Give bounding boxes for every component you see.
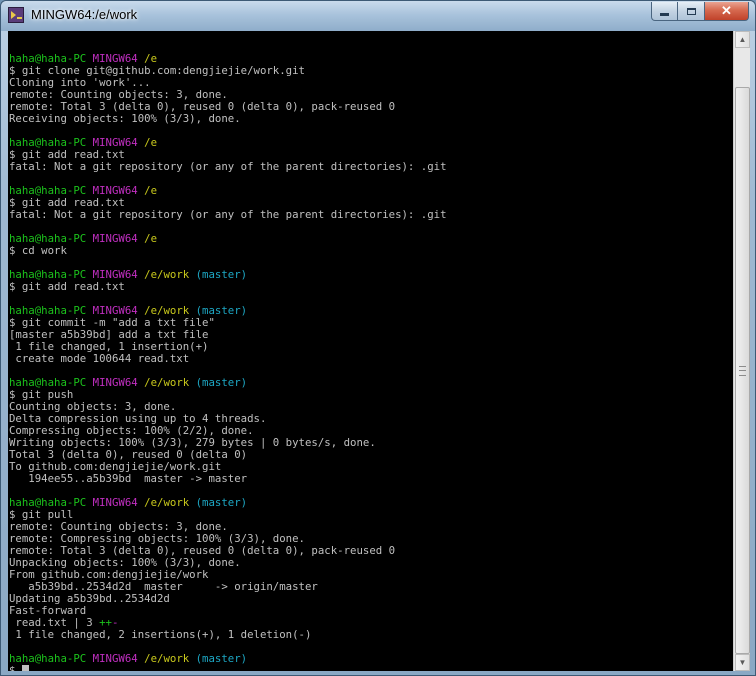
scrollbar-thumb[interactable]	[735, 87, 750, 654]
terminal-line: create mode 100644 read.txt	[9, 353, 733, 365]
terminal-line: haha@haha-PC MINGW64 /e/work (master)	[9, 377, 733, 389]
git-bash-icon[interactable]	[8, 7, 24, 23]
terminal-output[interactable]: haha@haha-PC MINGW64 /e $ git clone git@g…	[8, 31, 733, 671]
terminal-line: haha@haha-PC MINGW64 /e/work (master)	[9, 653, 733, 665]
terminal-text: (master)	[195, 376, 248, 389]
title-bar[interactable]: MINGW64:/e/work ✕	[1, 1, 755, 31]
close-icon: ✕	[721, 3, 732, 18]
terminal-text: MINGW64	[92, 232, 138, 245]
terminal-line: haha@haha-PC MINGW64 /e/work (master)	[9, 497, 733, 509]
window-controls: ✕	[651, 2, 749, 22]
terminal-text: /e/work	[144, 376, 190, 389]
terminal-text: MINGW64	[92, 376, 138, 389]
terminal-line: $	[9, 665, 733, 671]
maximize-button[interactable]	[678, 2, 705, 21]
terminal-text: /e	[144, 136, 158, 149]
arrow-down-icon: ▼	[738, 658, 747, 667]
terminal-line: haha@haha-PC MINGW64 /e	[9, 233, 733, 245]
vertical-scrollbar[interactable]: ▲ ▼	[733, 31, 750, 671]
scroll-up-button[interactable]: ▲	[735, 31, 750, 48]
terminal-line: Updating a5b39bd..2534d2d	[9, 593, 733, 605]
terminal-line: 1 file changed, 2 insertions(+), 1 delet…	[9, 629, 733, 641]
terminal-text: Receiving objects: 100% (3/3), done.	[9, 112, 241, 125]
terminal-line: $ git add read.txt	[9, 281, 733, 293]
terminal-text: create mode 100644 read.txt	[9, 352, 190, 365]
text-cursor	[21, 665, 29, 671]
terminal-window: MINGW64:/e/work ✕ haha@haha-PC MINGW64 /…	[0, 0, 756, 676]
terminal-line: $ cd work	[9, 245, 733, 257]
terminal-line: Receiving objects: 100% (3/3), done.	[9, 113, 733, 125]
scroll-down-button[interactable]: ▼	[735, 654, 750, 671]
terminal-text: $	[9, 664, 22, 672]
arrow-up-icon: ▲	[738, 35, 747, 44]
window-title: MINGW64:/e/work	[31, 7, 138, 22]
minimize-button[interactable]	[651, 2, 678, 21]
terminal-text: 194ee55..a5b39bd master -> master	[9, 472, 248, 485]
terminal-text: 1 file changed, 2 insertions(+), 1 delet…	[9, 628, 312, 641]
terminal-line: fatal: Not a git repository (or any of t…	[9, 161, 733, 173]
maximize-icon	[686, 7, 696, 15]
terminal-line: fatal: Not a git repository (or any of t…	[9, 209, 733, 221]
terminal-text: (master)	[195, 268, 248, 281]
terminal-text: (master)	[195, 496, 248, 509]
terminal-text: (master)	[195, 652, 248, 665]
terminal-text: MINGW64	[92, 652, 138, 665]
minimize-icon	[660, 12, 669, 16]
terminal-text: fatal: Not a git repository (or any of t…	[9, 160, 447, 173]
terminal-line: 194ee55..a5b39bd master -> master	[9, 473, 733, 485]
terminal-text: /e/work	[144, 268, 190, 281]
terminal-text: fatal: Not a git repository (or any of t…	[9, 208, 447, 221]
close-button[interactable]: ✕	[705, 2, 749, 21]
terminal-text: /e/work	[144, 496, 190, 509]
terminal-text: /e/work	[144, 652, 190, 665]
terminal-text: /e	[144, 184, 158, 197]
terminal-text: $ git add read.txt	[9, 280, 125, 293]
terminal-text: /e	[144, 232, 158, 245]
terminal-text: MINGW64	[92, 496, 138, 509]
terminal-text: $ cd work	[9, 244, 67, 257]
grip-icon	[739, 366, 746, 376]
